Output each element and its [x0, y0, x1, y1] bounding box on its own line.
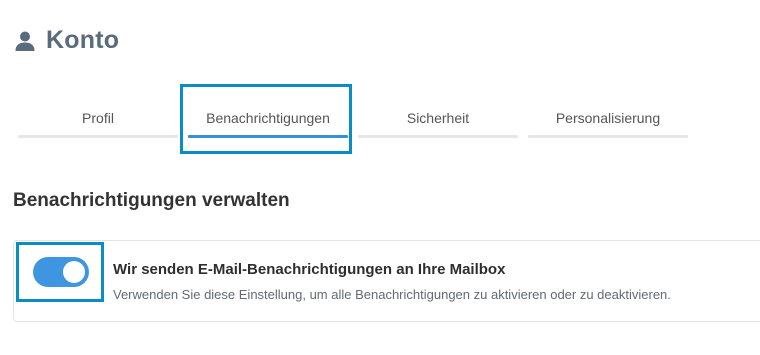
tab-personalisierung[interactable]: Personalisierung: [528, 98, 688, 138]
email-notifications-toggle[interactable]: [33, 257, 89, 287]
setting-title: Wir senden E-Mail-Benachrichtigungen an …: [113, 261, 506, 278]
tab-label: Benachrichtigungen: [206, 110, 330, 126]
account-page: Konto Profil Benachrichtigungen Sicherhe…: [0, 0, 760, 355]
page-header: Konto: [14, 26, 119, 55]
page-title: Konto: [46, 26, 120, 54]
tab-underline: [528, 135, 688, 138]
notification-setting-card: [13, 240, 760, 322]
tab-benachrichtigungen[interactable]: Benachrichtigungen: [188, 98, 348, 138]
section-title: Benachrichtigungen verwalten: [13, 190, 290, 211]
user-icon: [14, 30, 36, 52]
tab-underline: [18, 135, 178, 138]
tab-label: Personalisierung: [555, 110, 661, 126]
tab-underline: [358, 135, 518, 138]
setting-description: Verwenden Sie diese Einstellung, um alle…: [113, 287, 671, 302]
tab-label: Profil: [82, 110, 114, 126]
tab-sicherheit[interactable]: Sicherheit: [358, 98, 518, 138]
tab-label: Sicherheit: [406, 110, 470, 126]
tab-underline-active: [188, 135, 348, 138]
toggle-knob: [63, 261, 85, 283]
tab-profil[interactable]: Profil: [18, 98, 178, 138]
